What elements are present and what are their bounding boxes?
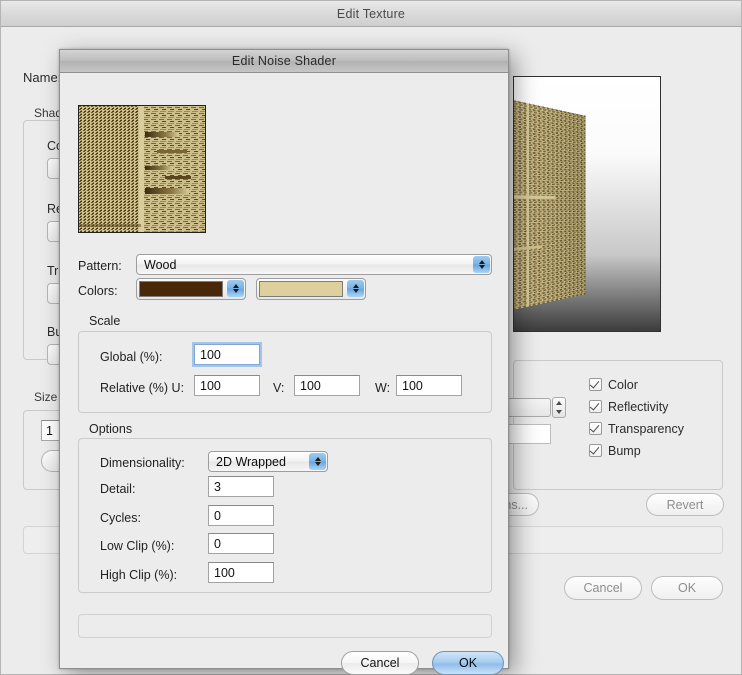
- noise-preview-image: [79, 106, 205, 232]
- checkmark-icon[interactable]: [589, 378, 602, 391]
- scale-group: [78, 331, 492, 413]
- channel-color-label: Color: [608, 377, 638, 392]
- screen: Edit Texture Name: Pine Shader Color: Re…: [0, 0, 742, 675]
- dialog-ok-button[interactable]: OK: [432, 651, 504, 675]
- color-swatch-dark: [139, 281, 223, 297]
- chevron-down-icon: [232, 289, 239, 293]
- chevron-updown-icon[interactable]: [473, 256, 490, 273]
- pattern-select[interactable]: Wood: [136, 254, 492, 275]
- pattern-label: Pattern:: [78, 259, 122, 273]
- dialog-cancel-button[interactable]: Cancel: [341, 651, 419, 675]
- stepper-down-icon[interactable]: [556, 410, 562, 415]
- relative-u-input[interactable]: 100: [194, 375, 260, 396]
- texture-preview-plane: [514, 99, 586, 311]
- background-stepper[interactable]: [552, 397, 566, 418]
- detail-label: Detail:: [100, 482, 136, 496]
- color-swatch-light: [259, 281, 343, 297]
- chevron-down-icon: [314, 462, 321, 466]
- global-label: Global (%):: [100, 350, 163, 364]
- channels-checkbox-list: Color Reflectivity Transparency Bump: [589, 376, 684, 459]
- edit-texture-titlebar: Edit Texture: [1, 1, 741, 27]
- stepper-up-icon[interactable]: [556, 400, 562, 405]
- noise-preview-thumbnail: [78, 105, 206, 233]
- background-cancel-button[interactable]: Cancel: [564, 576, 642, 600]
- texture-3d-preview: [513, 76, 661, 332]
- low-clip-label: Low Clip (%):: [100, 539, 175, 553]
- channel-transparency-row[interactable]: Transparency: [589, 420, 684, 437]
- scale-group-title: Scale: [86, 314, 124, 328]
- channel-bump-row[interactable]: Bump: [589, 442, 684, 459]
- options-group-title: Options: [86, 422, 136, 436]
- pattern-value: Wood: [144, 257, 177, 272]
- edit-noise-shader-dialog: Edit Noise Shader Pattern: Wood Colors: …: [59, 49, 509, 675]
- dimensionality-value: 2D Wrapped: [216, 454, 286, 469]
- high-clip-input[interactable]: 100: [208, 562, 274, 583]
- relative-w-label: W:: [375, 381, 391, 395]
- relative-label: Relative (%) U:: [100, 381, 185, 395]
- relative-w-input[interactable]: 100: [396, 375, 462, 396]
- checkmark-icon[interactable]: [589, 422, 602, 435]
- dimensionality-select[interactable]: 2D Wrapped: [208, 451, 328, 472]
- chevron-up-icon: [478, 260, 485, 264]
- chevron-updown-icon[interactable]: [309, 453, 326, 470]
- global-input[interactable]: 100: [194, 344, 260, 365]
- channel-reflectivity-row[interactable]: Reflectivity: [589, 398, 684, 415]
- chevron-down-icon: [478, 265, 485, 269]
- size-group-title: Size: [31, 390, 61, 404]
- chevron-up-icon: [314, 457, 321, 461]
- chevron-up-icon: [352, 284, 359, 288]
- channel-bump-label: Bump: [608, 443, 641, 458]
- name-label: Name:: [23, 70, 62, 85]
- dialog-titlebar[interactable]: Edit Noise Shader: [60, 50, 508, 73]
- colors-label: Colors:: [78, 284, 118, 298]
- dimensionality-label: Dimensionality:: [100, 456, 185, 470]
- color2-stepper-icon[interactable]: [347, 280, 364, 297]
- background-ok-button[interactable]: OK: [651, 576, 723, 600]
- channel-transparency-label: Transparency: [608, 421, 684, 436]
- revert-button[interactable]: Revert: [646, 493, 724, 516]
- channel-reflectivity-label: Reflectivity: [608, 399, 669, 414]
- relative-v-input[interactable]: 100: [294, 375, 360, 396]
- relative-v-label: V:: [273, 381, 285, 395]
- dialog-title: Edit Noise Shader: [231, 54, 337, 68]
- dialog-body: Pattern: Wood Colors: Scale Global (%): …: [60, 73, 508, 675]
- color1-stepper-icon[interactable]: [227, 280, 244, 297]
- color-well-1[interactable]: [136, 278, 246, 300]
- detail-input[interactable]: 3: [208, 476, 274, 497]
- color-well-2[interactable]: [256, 278, 366, 300]
- dialog-status-bar: [78, 614, 492, 638]
- cycles-input[interactable]: 0: [208, 505, 274, 526]
- cycles-label: Cycles:: [100, 511, 141, 525]
- high-clip-label: High Clip (%):: [100, 568, 178, 582]
- channel-color-row[interactable]: Color: [589, 376, 684, 393]
- chevron-down-icon: [352, 289, 359, 293]
- checkmark-icon[interactable]: [589, 400, 602, 413]
- chevron-up-icon: [232, 284, 239, 288]
- edit-texture-title: Edit Texture: [336, 6, 406, 21]
- checkmark-icon[interactable]: [589, 444, 602, 457]
- low-clip-input[interactable]: 0: [208, 533, 274, 554]
